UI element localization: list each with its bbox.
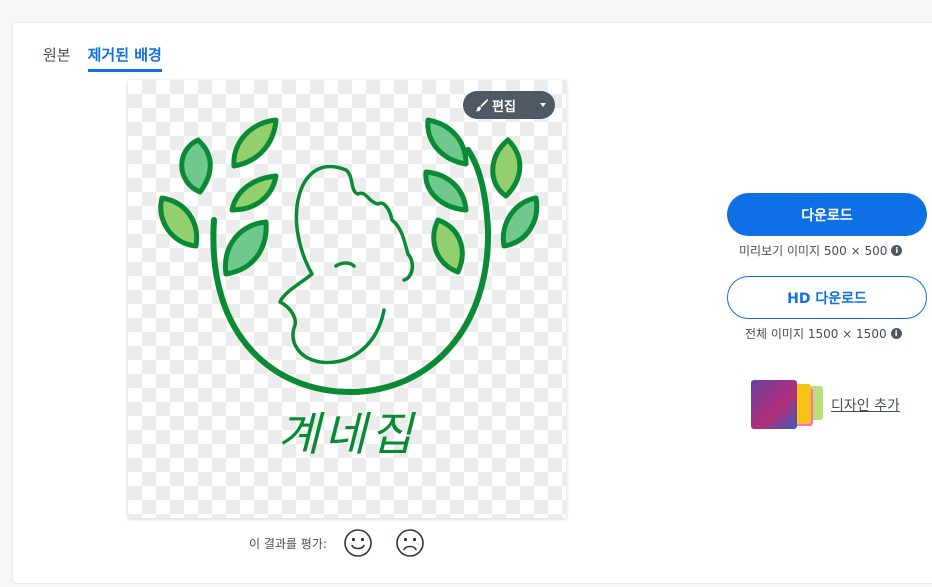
add-design-link[interactable]: 디자인 추가 bbox=[751, 380, 900, 430]
add-design-label: 디자인 추가 bbox=[831, 398, 900, 414]
edit-button-label: 편집 bbox=[492, 99, 516, 115]
leaf bbox=[229, 173, 279, 213]
leaf bbox=[179, 137, 213, 195]
leaf bbox=[431, 217, 465, 275]
leaf bbox=[231, 117, 279, 169]
design-thumb bbox=[751, 380, 797, 429]
preview-size-info: 미리보기 이미지 500 × 500 i bbox=[739, 242, 903, 259]
rating-label: 이 결과를 평가: bbox=[249, 536, 327, 551]
tab-original[interactable]: 원본 bbox=[43, 44, 71, 72]
info-icon[interactable]: i bbox=[890, 328, 902, 339]
leaf bbox=[158, 195, 200, 249]
eye bbox=[334, 261, 356, 268]
leaf bbox=[423, 169, 469, 213]
logo-text: 계네집 bbox=[278, 407, 417, 461]
leaf bbox=[223, 219, 269, 277]
leaf bbox=[500, 195, 540, 249]
leaf bbox=[490, 137, 523, 199]
edit-button[interactable]: 편집 bbox=[463, 91, 555, 119]
smile-icon[interactable] bbox=[343, 528, 373, 558]
view-tabs: 원본 제거된 배경 bbox=[43, 44, 162, 72]
design-thumbnails bbox=[751, 380, 825, 430]
result-preview: 계네집 bbox=[128, 80, 566, 518]
hd-download-button[interactable]: HD 다운로드 bbox=[727, 276, 927, 319]
hair-outline bbox=[344, 168, 415, 282]
preview-size-text: 미리보기 이미지 500 × 500 bbox=[739, 244, 888, 258]
tab-removed-background[interactable]: 제거된 배경 bbox=[87, 44, 162, 72]
brush-icon bbox=[475, 99, 488, 112]
rating-bar: 이 결과를 평가: bbox=[249, 528, 425, 558]
download-button[interactable]: 다운로드 bbox=[727, 193, 927, 236]
full-size-text: 전체 이미지 1500 × 1500 bbox=[745, 327, 887, 341]
full-size-info: 전체 이미지 1500 × 1500 i bbox=[745, 325, 902, 342]
info-icon[interactable]: i bbox=[891, 245, 903, 256]
leaf bbox=[425, 117, 469, 167]
frown-icon[interactable] bbox=[395, 528, 425, 558]
logo-image: 계네집 bbox=[158, 117, 540, 461]
caret-down-icon[interactable] bbox=[540, 103, 546, 107]
